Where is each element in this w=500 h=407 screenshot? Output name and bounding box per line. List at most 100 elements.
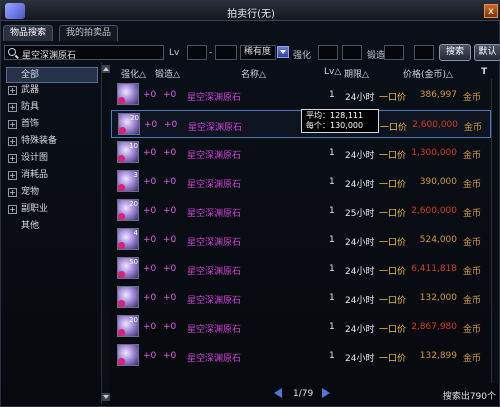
sidebar-item-weapons[interactable]: + 武器 (6, 83, 98, 99)
sidebar-item-armor[interactable]: + 防具 (6, 100, 98, 116)
auction-window: 拍卖行(无) x 物品搜索 我的拍卖品 星空深渊原石 Lv - 稀有度 强化 锻… (0, 0, 500, 407)
title-bar[interactable]: 拍卖行(无) x (1, 1, 500, 21)
row-forge: +0 (163, 148, 177, 158)
sidebar-item-label: 武器 (21, 85, 40, 95)
row-price: 524,000 (419, 235, 457, 245)
table-row[interactable]: 4 +0 +0 星空深渊原石 1 24小时 一口价 524,000 金币 (111, 226, 491, 254)
table-row[interactable]: 50 +0 +0 星空深渊原石 1 24小时 一口价 6,411,818 金币 (111, 255, 491, 283)
sidebar-item-all[interactable]: 全部 (6, 67, 98, 83)
tooltip-average-label: 平均： (306, 111, 330, 120)
row-enhance: +0 (143, 293, 157, 303)
table-row[interactable]: +0 +0 星空深渊原石 1 24小时 一口价 132,000 金币 (111, 284, 491, 312)
forge-max-input[interactable] (414, 45, 434, 60)
crystal-icon: 10 (117, 141, 139, 163)
tab-item-search[interactable]: 物品搜索 (3, 25, 54, 41)
forge-min-input[interactable] (384, 45, 404, 60)
row-currency: 金币 (463, 354, 482, 364)
results-scrollbar[interactable] (491, 79, 499, 383)
pin-icon[interactable]: T (481, 67, 487, 77)
row-name: 星空深渊原石 (187, 238, 242, 248)
row-name: 星空深渊原石 (187, 267, 242, 277)
search-icon (8, 48, 16, 56)
column-header-price[interactable]: 价格(金币)△ (403, 67, 453, 80)
row-enhance: +0 (143, 322, 157, 332)
row-price: 390,000 (419, 177, 457, 187)
expand-icon[interactable]: + (8, 171, 17, 180)
row-currency: 金币 (463, 238, 482, 248)
expand-icon[interactable]: + (8, 103, 17, 112)
sidebar-item-pets[interactable]: + 宠物 (6, 185, 98, 201)
row-currency: 金币 (463, 93, 482, 103)
prev-page-icon[interactable] (273, 388, 283, 398)
rarity-dropdown-arrow-icon[interactable] (277, 46, 289, 58)
row-price: 2,600,000 (412, 120, 458, 130)
sidebar-item-blueprints[interactable]: + 设计图 (6, 151, 98, 167)
rarity-select[interactable]: 稀有度 (240, 45, 276, 60)
next-page-icon[interactable] (321, 388, 331, 398)
row-currency: 金币 (463, 296, 482, 306)
row-duration: 24小时 (345, 296, 375, 306)
table-row[interactable]: +0 +0 星空深渊原石 1 24小时 一口价 132,899 金币 (111, 342, 491, 370)
row-duration: 24小时 (345, 238, 375, 248)
row-lv: 1 (329, 148, 335, 158)
table-row[interactable]: 3 +0 +0 星空深渊原石 1 24小时 一口价 390,000 金币 (111, 168, 491, 196)
sidebar-item-label: 宠物 (21, 187, 40, 197)
row-buyout-label: 一口价 (379, 354, 407, 364)
table-row[interactable]: 20 +0 +0 星空深渊原石 1 25小时 一口价 2,600,000 金币 (111, 197, 491, 225)
table-row[interactable]: 10 +0 +0 星空深渊原石 1 24小时 一口价 1,300,000 金币 (111, 139, 491, 167)
row-currency: 金币 (463, 209, 482, 219)
row-price: 2,867,980 (411, 322, 457, 332)
expand-icon[interactable]: + (8, 137, 17, 146)
table-row[interactable]: 20 +0 +0 星空深渊原石 1 24小时 一口价 2,867,980 金币 (111, 313, 491, 341)
column-header-lv[interactable]: Lv△ (324, 67, 341, 77)
enhance-max-input[interactable] (342, 45, 362, 60)
tab-my-auctions[interactable]: 我的拍卖品 (59, 25, 119, 41)
row-buyout-label: 一口价 (379, 151, 407, 161)
column-header-duration[interactable]: 期限△ (344, 67, 369, 80)
row-currency: 金币 (463, 325, 482, 335)
row-buyout-label: 一口价 (379, 325, 407, 335)
crystal-icon (117, 286, 139, 308)
expand-icon[interactable]: + (8, 205, 17, 214)
expand-icon[interactable]: + (8, 188, 17, 197)
sidebar-item-consumables[interactable]: + 消耗品 (6, 168, 98, 184)
close-button[interactable]: x (484, 4, 498, 18)
row-forge: +0 (163, 206, 177, 216)
crystal-icon: 4 (117, 228, 139, 250)
column-header-name[interactable]: 名称△ (241, 67, 266, 80)
row-price: 386,997 (419, 90, 457, 100)
column-header-forge[interactable]: 锻造△ (155, 67, 180, 80)
sidebar-scrollbar[interactable] (101, 63, 110, 404)
row-lv: 1 (329, 177, 335, 187)
row-forge: +0 (163, 235, 177, 245)
pagination-bar: 1/79 搜索出790个 (101, 384, 499, 404)
lv-separator: - (209, 48, 213, 58)
expand-icon[interactable]: + (8, 154, 17, 163)
sidebar-item-other[interactable]: 其他 (6, 219, 98, 235)
sidebar-item-label: 特殊装备 (21, 136, 58, 146)
crystal-icon (117, 83, 139, 105)
expand-icon[interactable]: + (8, 86, 17, 95)
sidebar-item-accessories[interactable]: + 首饰 (6, 117, 98, 133)
row-forge: +0 (163, 322, 177, 332)
search-button[interactable]: 搜索 (439, 44, 471, 61)
enhance-min-input[interactable] (318, 45, 338, 60)
sidebar-item-label: 防具 (21, 102, 40, 112)
column-header-enhance[interactable]: 强化△ (121, 67, 146, 80)
table-row[interactable]: +0 +0 星空深渊原石 1 24小时 一口价 386,997 金币 (111, 81, 491, 109)
default-button[interactable]: 默认 (474, 44, 500, 61)
sidebar-item-special-equipment[interactable]: + 特殊装备 (6, 134, 98, 150)
sidebar-item-label: 副职业 (21, 204, 49, 214)
search-input[interactable]: 星空深渊原石 (4, 45, 164, 61)
row-currency: 金币 (463, 151, 482, 161)
expand-icon[interactable]: + (8, 120, 17, 129)
sidebar-item-label: 其他 (21, 221, 40, 231)
price-tooltip: 平均：128,111 每个：130,000 (301, 109, 379, 133)
sidebar-item-subjob[interactable]: + 副职业 (6, 202, 98, 218)
row-lv: 1 (329, 90, 335, 100)
lv-max-input[interactable] (215, 45, 237, 60)
rarity-icon (118, 300, 125, 307)
scroll-up-icon[interactable] (102, 65, 110, 73)
lv-min-input[interactable] (187, 45, 207, 60)
rarity-icon (118, 97, 125, 104)
